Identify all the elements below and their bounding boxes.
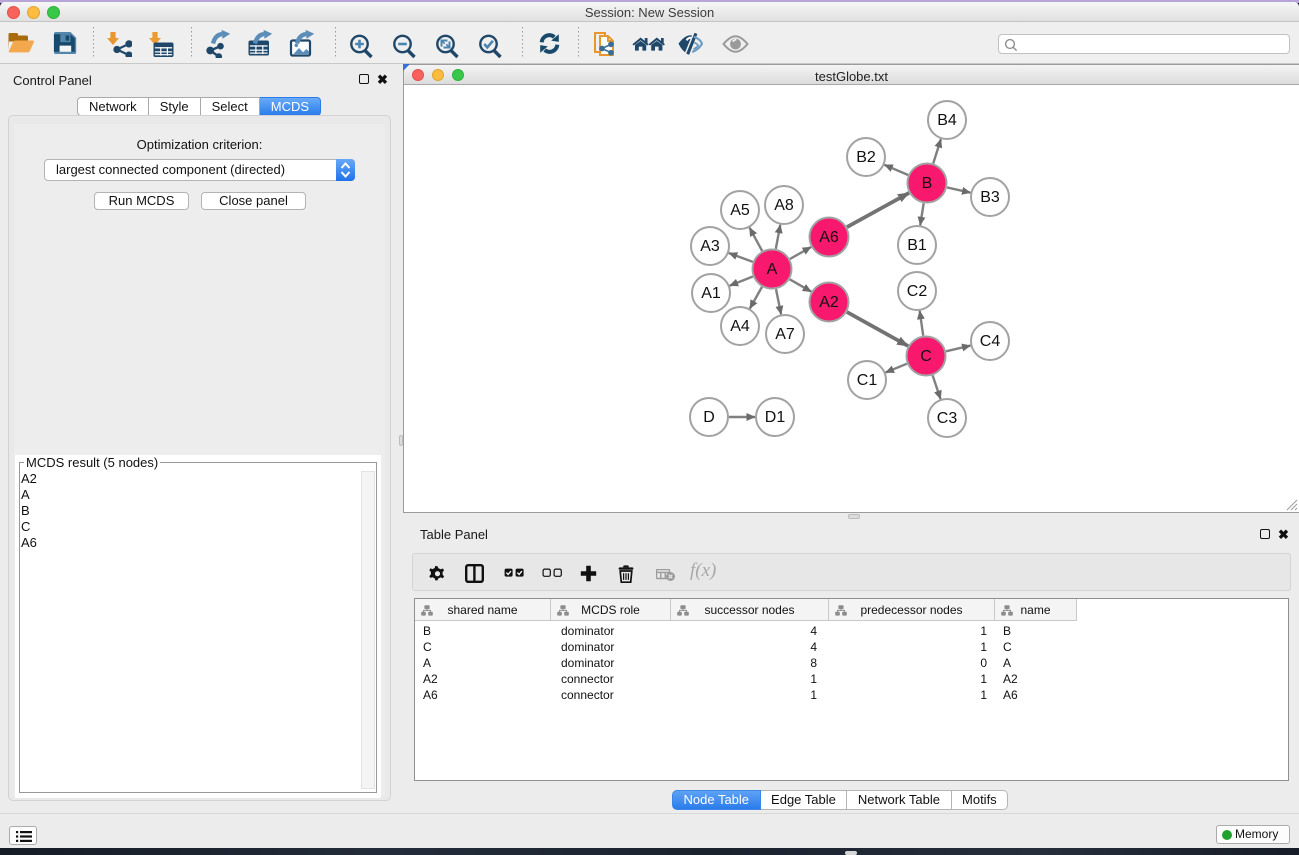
svg-text:C3: C3 bbox=[937, 410, 958, 427]
svg-text:A7: A7 bbox=[775, 326, 795, 343]
svg-text:C: C bbox=[920, 348, 932, 365]
svg-text:B: B bbox=[922, 175, 933, 192]
svg-text:A8: A8 bbox=[774, 197, 794, 214]
svg-text:A5: A5 bbox=[730, 202, 750, 219]
svg-text:B2: B2 bbox=[856, 149, 876, 166]
svg-text:A6: A6 bbox=[819, 229, 839, 246]
svg-text:C4: C4 bbox=[980, 333, 1001, 350]
svg-text:A3: A3 bbox=[700, 238, 720, 255]
svg-text:C1: C1 bbox=[857, 372, 878, 389]
svg-text:A2: A2 bbox=[819, 294, 839, 311]
svg-text:D1: D1 bbox=[765, 409, 786, 426]
svg-text:C2: C2 bbox=[907, 283, 928, 300]
svg-text:B3: B3 bbox=[980, 189, 1000, 206]
svg-text:B4: B4 bbox=[937, 112, 957, 129]
svg-text:A: A bbox=[767, 261, 778, 278]
svg-text:B1: B1 bbox=[907, 237, 927, 254]
svg-text:A1: A1 bbox=[701, 285, 721, 302]
svg-text:D: D bbox=[703, 409, 715, 426]
svg-text:A4: A4 bbox=[730, 318, 750, 335]
